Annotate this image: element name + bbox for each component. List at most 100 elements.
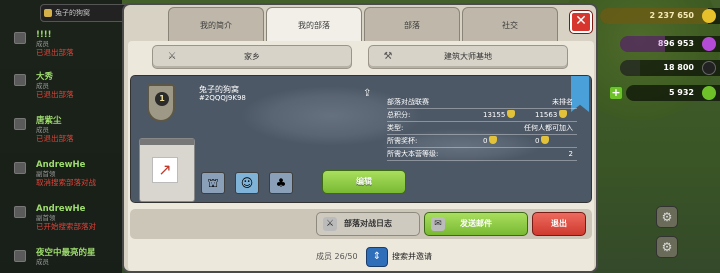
chat-sender-role: 成员: [36, 82, 49, 90]
member-count: 成员 26/50: [316, 252, 358, 261]
chat-message-text: 已退出部落: [36, 90, 74, 99]
chat-sender-role: 成员: [36, 258, 49, 266]
chat-message[interactable]: AndrewHe 副首领 已开始搜索部落对: [14, 204, 126, 232]
chat-message[interactable]: 唐紫尘 成员 已退出部落: [14, 116, 126, 144]
info-value-b: 0: [535, 135, 550, 148]
info-row-war-league: 部落对战联赛 未排名: [387, 96, 577, 109]
avatar: [14, 118, 26, 130]
checkbox-icon[interactable]: [44, 9, 52, 17]
info-label: 类型:: [387, 124, 404, 132]
chat-filter[interactable]: 兔子的狗窝: [40, 4, 130, 22]
info-label: 所需大本营等级:: [387, 150, 439, 158]
gold-fill: [600, 8, 708, 24]
home-village-button[interactable]: ⚔ 家乡: [152, 45, 352, 69]
info-value-a: 13155: [483, 109, 516, 122]
chat-message-text: 取消搜索部落对战: [36, 178, 96, 187]
leave-button[interactable]: 退出: [532, 212, 586, 236]
search-invite-label: 搜索并邀请: [392, 252, 432, 261]
tab-my-clan[interactable]: 我的部落: [266, 7, 362, 43]
stats-strip: [140, 139, 194, 145]
chat-sender-name: 夜空中最亮的星: [36, 248, 96, 258]
info-row-required-townhall: 所需大本营等级: 2: [387, 148, 577, 161]
info-value: 未排名: [552, 98, 573, 106]
settings-icon[interactable]: ⚙: [656, 206, 678, 228]
avatar: [14, 32, 26, 44]
avatar: [14, 250, 26, 262]
send-mail-label: 发送邮件: [460, 219, 492, 228]
trophy-icon: [507, 110, 516, 118]
clan-content: ⚔ 家乡 ⚒ 建筑大师基地 1 兔子的狗窝 #2QQQJ9K98 ⇪ ↗ ⛫ ☺…: [128, 41, 594, 271]
info-row-total-points: 总积分: 13155 11563: [387, 109, 577, 122]
info-label: 总积分:: [387, 111, 411, 119]
close-button[interactable]: ✕: [570, 11, 592, 33]
chat-sender-role: 副首领: [36, 214, 56, 222]
clan-stats-box[interactable]: ↗: [139, 138, 195, 202]
points-home: 13155: [483, 111, 506, 119]
dark-elixir-fill: [620, 60, 640, 76]
send-mail-button[interactable]: ✉ 发送邮件: [424, 212, 528, 236]
buy-gems-button[interactable]: +: [609, 86, 623, 100]
edit-button[interactable]: 编辑: [322, 170, 406, 194]
chat-message[interactable]: 大秀 成员 已退出部落: [14, 72, 126, 100]
dark-elixir-value: 18 800: [663, 63, 694, 72]
gold-icon: [702, 9, 716, 23]
chat-sender-name: AndrewHe: [36, 160, 86, 170]
tab-social[interactable]: 社交: [462, 7, 558, 41]
war-log-label: 部落对战日志: [344, 219, 392, 228]
tab-my-profile[interactable]: 我的简介: [168, 7, 264, 41]
clan-dialog: 我的简介 我的部落 部落 社交 ✕ ⚔ 家乡 ⚒ 建筑大师基地 1 兔子的狗窝 …: [122, 3, 598, 273]
chat-message[interactable]: !!!! 成员 已退出部落: [14, 30, 126, 58]
chat-sender-role: 成员: [36, 126, 49, 134]
elixir-fill: [620, 36, 665, 52]
war-log-button[interactable]: ⚔ 部落对战日志: [316, 212, 420, 236]
chat-sender-role: 副首领: [36, 170, 56, 178]
chat-message[interactable]: 夜空中最亮的星 成员: [14, 248, 126, 266]
trophy-icon: [489, 136, 498, 144]
elixir-icon: [702, 37, 716, 51]
gems-value: 5 932: [668, 88, 694, 97]
builder-base-button[interactable]: ⚒ 建筑大师基地: [368, 45, 568, 69]
clan-level: 1: [155, 92, 169, 106]
avatar: [14, 206, 26, 218]
chat-message-text: 已退出部落: [36, 48, 74, 57]
info-row-type: 类型: 任何人都可加入: [387, 122, 577, 135]
hammer-icon: ⚒: [383, 51, 393, 62]
home-village-label: 家乡: [244, 52, 260, 61]
gems-counter: 5 932: [626, 85, 720, 101]
tab-clans[interactable]: 部落: [364, 7, 460, 41]
share-icon[interactable]: ⇪: [363, 88, 375, 100]
info-label: 部落对战联赛: [387, 98, 429, 106]
chat-message-text: 已退出部落: [36, 134, 74, 143]
req-trophies-builder: 0: [535, 137, 540, 145]
gear-icon[interactable]: ⚙: [656, 236, 678, 258]
clan-info-table: 部落对战联赛 未排名 总积分: 13155 11563 类型: 任何人都可加入 …: [387, 96, 577, 161]
swords-icon: ⚔: [323, 217, 337, 231]
chat-sender-role: 成员: [36, 40, 49, 48]
trophy-icon: [559, 110, 568, 118]
sword-icon: ⚔: [167, 51, 177, 62]
footer-bar: 成员 26/50 ⇕ 搜索并邀请: [130, 245, 592, 271]
tab-bar: 我的简介 我的部落 部落 社交: [168, 7, 558, 43]
clan-badge: 1: [147, 84, 175, 122]
clan-tag: #2QQQJ9K98: [199, 94, 246, 102]
trophy-icon: [541, 136, 550, 144]
chart-icon: ↗: [152, 157, 178, 183]
chat-sender-name: 唐紫尘: [36, 116, 62, 126]
info-value-a: 0: [483, 135, 498, 148]
dark-elixir-counter: 18 800: [620, 60, 720, 76]
info-value: 任何人都可加入: [524, 124, 573, 132]
chat-filter-label: 兔子的狗窝: [55, 9, 90, 17]
perk-icon[interactable]: ⛫: [201, 172, 225, 194]
chat-sender-name: 大秀: [36, 72, 54, 82]
search-invite-button[interactable]: ⇕: [366, 247, 388, 267]
chat-sender-name: AndrewHe: [36, 204, 86, 214]
builder-base-label: 建筑大师基地: [444, 52, 492, 61]
gem-icon: [702, 86, 716, 100]
req-trophies-home: 0: [483, 137, 488, 145]
clan-chat-panel: 兔子的狗窝 !!!! 成员 已退出部落 大秀 成员 已退出部落 唐紫尘 成员 已…: [0, 0, 130, 273]
leave-label: 退出: [551, 219, 567, 228]
chat-message[interactable]: AndrewHe 副首领 取消搜索部落对战: [14, 160, 126, 188]
smiley-icon[interactable]: ☺: [235, 172, 259, 194]
action-bar: ⚔ 部落对战日志 ✉ 发送邮件 退出: [130, 209, 592, 239]
mushroom-icon[interactable]: ♣: [269, 172, 293, 194]
